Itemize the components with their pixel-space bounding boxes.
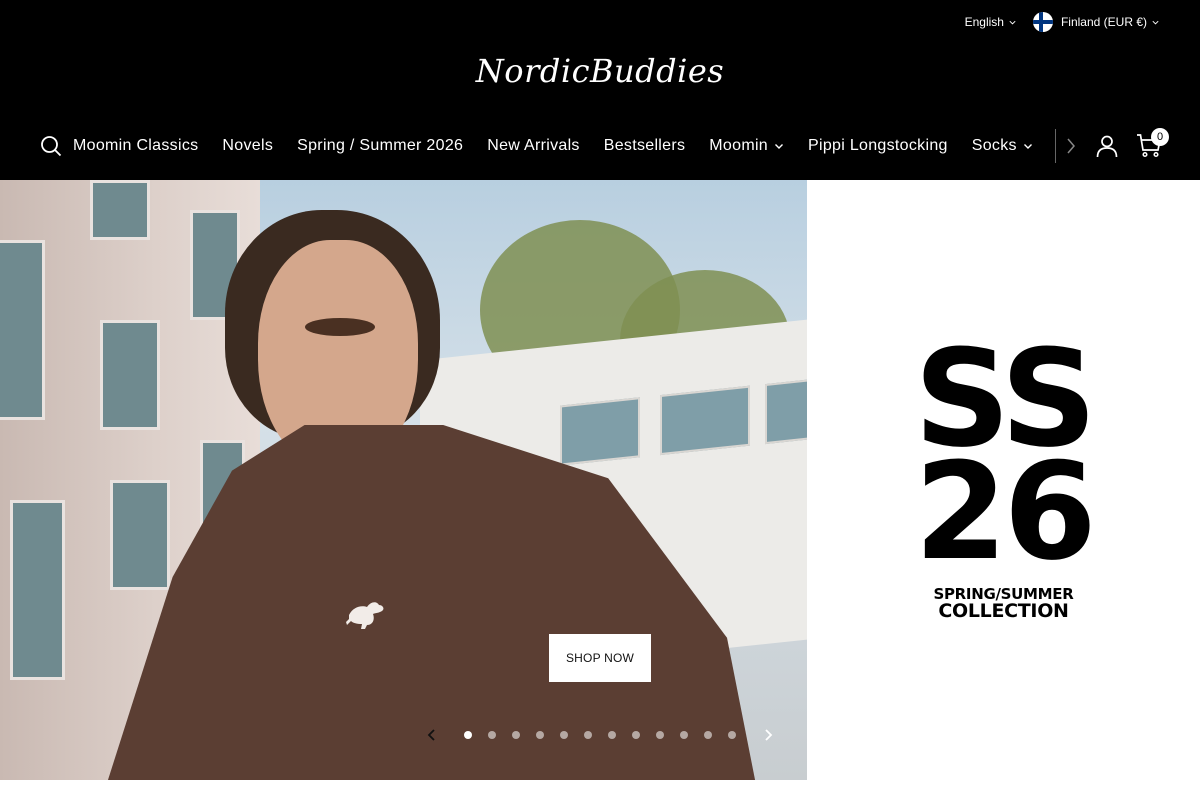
country-label: Finland (EUR €) [1060,15,1147,29]
slide-dot[interactable] [560,731,568,739]
nav-label: New Arrivals [487,137,580,154]
slide-dot[interactable] [632,731,640,739]
nav-novels[interactable]: Novels [222,137,273,155]
moomin-logo-icon [346,602,384,629]
finland-flag-icon [1032,12,1053,32]
slide-dot[interactable] [704,731,712,739]
collection-panel: SS 26 SPRING/SUMMER COLLECTION [807,180,1200,780]
collection-title-line2: 26 [914,434,1096,590]
nav-new-arrivals[interactable]: New Arrivals [487,137,580,155]
slide-next-button[interactable] [756,723,780,747]
nav-label: Socks [971,137,1017,154]
nav-socks[interactable]: Socks [972,137,1033,155]
nav-moomin[interactable]: Moomin [709,137,784,155]
chevron-right-icon [765,729,773,741]
shop-now-button[interactable]: SHOP NOW [549,634,651,682]
nav-label: Bestsellers [603,137,686,154]
nav-label: Moomin Classics [73,137,199,154]
nav-spring-summer-2026[interactable]: Spring / Summer 2026 [297,137,463,155]
language-selector[interactable]: English [965,15,1017,29]
nav-label: Moomin [709,137,769,154]
nav-label: Novels [222,137,274,154]
slide-dots [464,731,736,739]
chevron-down-icon [775,144,784,149]
slide-dot[interactable] [512,731,520,739]
hero-image [0,180,807,780]
chevron-left-icon [427,729,435,741]
nav-label: Pippi Longstocking [808,137,948,154]
slider-controls [420,722,780,748]
collection-subtitle-line2: COLLECTION [938,600,1069,622]
account-button[interactable] [1095,134,1119,158]
nav-bestsellers[interactable]: Bestsellers [604,137,686,155]
account-icon [1096,135,1118,158]
chevron-down-icon [1009,20,1016,24]
person-mustache [305,318,375,336]
nav-links: Moomin Classics Novels Spring / Summer 2… [73,137,1033,155]
nav-divider [1055,129,1056,163]
site-logo[interactable]: NordicBuddies [476,52,724,90]
slide-dot[interactable] [680,731,688,739]
search-button[interactable] [40,135,62,157]
nav-moomin-classics[interactable]: Moomin Classics [73,137,198,155]
slide-dot[interactable] [488,731,496,739]
chevron-right-icon [1067,138,1075,154]
slide-dot[interactable] [608,731,616,739]
country-selector[interactable]: Finland (EUR €) [1032,12,1160,32]
slide-dot[interactable] [464,731,472,739]
main-nav: Moomin Classics Novels Spring / Summer 2… [40,126,1170,166]
chevron-down-icon [1152,20,1159,24]
language-label: English [964,15,1004,29]
site-header: English Finland (EUR €) NordicBuddies Mo… [0,0,1200,180]
chevron-down-icon [1023,144,1032,149]
cart-count-badge: 0 [1151,128,1169,146]
nav-pippi-longstocking[interactable]: Pippi Longstocking [808,137,948,155]
hero-slider: SHOP NOW SS 26 SPRING/SUMMER COLLECTION [0,180,1200,780]
search-icon [41,136,62,157]
slide-dot[interactable] [584,731,592,739]
slide-prev-button[interactable] [420,723,444,747]
slide-dot[interactable] [536,731,544,739]
slide-dot[interactable] [728,731,736,739]
locale-bar: English Finland (EUR €) [965,12,1160,32]
nav-label: Spring / Summer 2026 [297,137,464,154]
slide-dot[interactable] [656,731,664,739]
nav-scroll-next-button[interactable] [1064,136,1078,156]
